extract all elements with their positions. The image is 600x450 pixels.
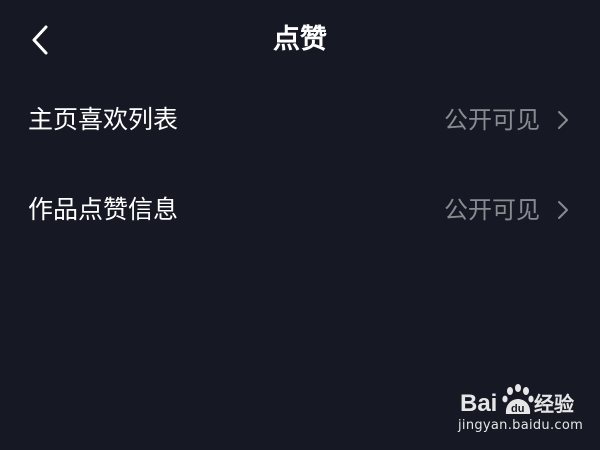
svg-text:du: du <box>511 403 524 415</box>
setting-value: 公开可见 <box>444 196 540 224</box>
svg-text:Bai: Bai <box>460 390 497 417</box>
screen: 点赞 主页喜欢列表 公开可见 作品点赞信息 公开可见 Bai du 经验 jin… <box>0 0 600 450</box>
setting-value: 公开可见 <box>444 106 540 134</box>
setting-row-work-likes[interactable]: 作品点赞信息 公开可见 <box>0 180 600 240</box>
page-title: 点赞 <box>273 24 327 55</box>
nav-bar: 点赞 <box>0 0 600 80</box>
setting-row-homepage-likes[interactable]: 主页喜欢列表 公开可见 <box>0 90 600 150</box>
setting-label: 主页喜欢列表 <box>28 105 179 134</box>
watermark-url: jingyan.baidu.com <box>458 418 584 433</box>
svg-text:经验: 经验 <box>534 392 574 416</box>
chevron-right-icon <box>558 201 568 219</box>
baidu-jingyan-watermark: Bai du 经验 jingyan.baidu.com <box>458 382 588 442</box>
chevron-right-icon <box>558 111 568 129</box>
baidu-logo-icon: Bai du 经验 <box>460 384 574 417</box>
setting-label: 作品点赞信息 <box>28 195 179 224</box>
